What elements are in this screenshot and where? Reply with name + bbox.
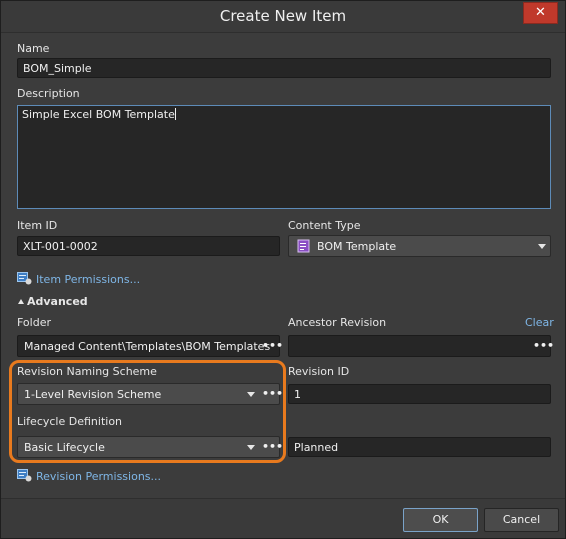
item-permissions-link[interactable]: Item Permissions... bbox=[36, 273, 140, 286]
permissions-icon bbox=[17, 469, 32, 482]
bom-template-icon bbox=[297, 239, 310, 253]
text-caret bbox=[174, 108, 176, 120]
collapse-triangle-icon[interactable] bbox=[18, 299, 24, 304]
ancestor-revision-label: Ancestor Revision bbox=[288, 316, 387, 329]
revision-naming-scheme-select[interactable]: 1-Level Revision Scheme ••• bbox=[17, 383, 283, 405]
cancel-button[interactable]: Cancel bbox=[484, 508, 559, 532]
dialog-title: Create New Item bbox=[219, 7, 347, 25]
lifecycle-definition-label: Lifecycle Definition bbox=[17, 415, 123, 428]
lifecycle-definition-select[interactable]: Basic Lifecycle ••• bbox=[17, 436, 283, 458]
folder-value: Managed Content\Templates\BOM Templates bbox=[24, 340, 271, 353]
content-type-select[interactable]: BOM Template bbox=[288, 235, 551, 257]
close-button[interactable]: ✕ bbox=[523, 2, 558, 24]
content-type-label: Content Type bbox=[288, 219, 361, 232]
revision-id-label: Revision ID bbox=[288, 365, 350, 378]
lifecycle-definition-browse-button[interactable]: ••• bbox=[262, 440, 283, 453]
clear-link[interactable]: Clear bbox=[525, 316, 554, 329]
revision-permissions-link[interactable]: Revision Permissions... bbox=[36, 470, 161, 483]
description-field[interactable]: Simple Excel BOM Template bbox=[17, 105, 551, 209]
revision-naming-scheme-browse-button[interactable]: ••• bbox=[262, 387, 283, 400]
advanced-section-toggle[interactable]: Advanced bbox=[27, 295, 88, 308]
name-label: Name bbox=[17, 42, 50, 55]
item-id-field[interactable]: XLT-001-0002 bbox=[17, 236, 280, 256]
content-type-value: BOM Template bbox=[317, 240, 397, 253]
lifecycle-definition-value: Basic Lifecycle bbox=[24, 441, 105, 454]
folder-label: Folder bbox=[17, 316, 51, 329]
lifecycle-state-field: Planned bbox=[288, 437, 551, 457]
revision-naming-scheme-value: 1-Level Revision Scheme bbox=[24, 388, 162, 401]
chevron-down-icon bbox=[247, 445, 255, 450]
create-new-item-dialog: Create New Item ✕ Name BOM_Simple Descri… bbox=[0, 0, 566, 539]
dialog-footer: OK Cancel bbox=[1, 498, 565, 538]
chevron-down-icon bbox=[247, 392, 255, 397]
folder-field[interactable]: Managed Content\Templates\BOM Templates … bbox=[17, 335, 283, 357]
title-bar: Create New Item ✕ bbox=[1, 1, 565, 33]
name-field[interactable]: BOM_Simple bbox=[17, 58, 551, 78]
item-id-label: Item ID bbox=[17, 219, 58, 232]
ancestor-revision-browse-button[interactable]: ••• bbox=[533, 339, 554, 352]
revision-naming-scheme-label: Revision Naming Scheme bbox=[17, 365, 157, 378]
revision-id-field[interactable]: 1 bbox=[288, 384, 551, 404]
description-text: Simple Excel BOM Template bbox=[22, 108, 175, 121]
ancestor-revision-field[interactable]: ••• bbox=[288, 335, 554, 357]
chevron-down-icon bbox=[538, 244, 546, 249]
ok-button[interactable]: OK bbox=[403, 508, 478, 532]
permissions-icon bbox=[17, 272, 32, 285]
description-label: Description bbox=[17, 87, 80, 100]
folder-browse-button[interactable]: ••• bbox=[262, 339, 283, 352]
